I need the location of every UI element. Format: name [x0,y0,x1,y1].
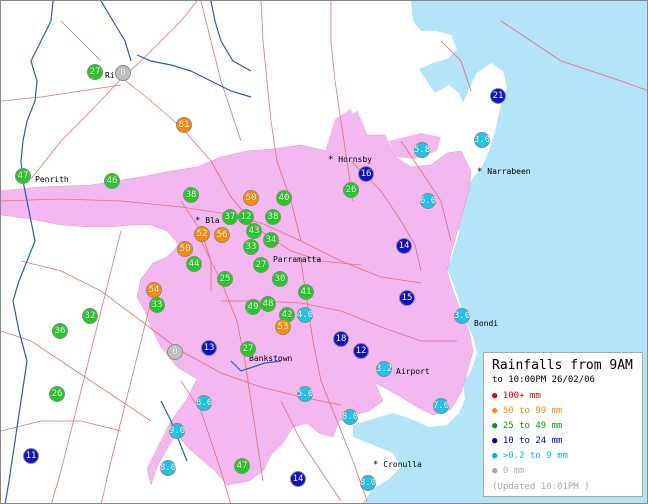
station-marker[interactable]: 6.0 [420,193,436,209]
station-marker[interactable]: 27 [253,257,269,273]
station-marker[interactable]: 11 [23,448,39,464]
legend-label: 10 to 24 mm [502,436,563,446]
station-marker[interactable]: 44 [186,256,202,272]
legend-row-25-49: ● 25 to 49 mm [492,419,636,434]
station-marker[interactable]: 48 [260,296,276,312]
place-marker-icon: * [195,216,201,226]
station-marker[interactable]: 40 [276,190,292,206]
station-marker[interactable]: 43 [246,223,262,239]
station-marker[interactable]: 5.8 [414,142,430,158]
station-marker[interactable]: 37 [222,209,238,225]
station-marker[interactable]: 53 [275,319,291,335]
legend-label: 25 to 49 mm [502,421,563,431]
station-marker[interactable]: 81 [176,117,192,133]
station-marker[interactable]: 32 [82,308,98,324]
station-marker[interactable]: 26 [343,182,359,198]
station-marker[interactable]: 26 [49,386,65,402]
place-bankstown: Bankstown [249,354,293,363]
station-marker[interactable]: 15 [399,290,415,306]
station-marker[interactable]: 5.0 [297,386,313,402]
station-marker[interactable]: 18 [333,331,349,347]
station-marker[interactable]: 9.0 [169,423,185,439]
legend-subtitle: to 10:00PM 26/02/06 [492,375,595,385]
legend-row-0: ● 0 mm [492,464,636,479]
legend-updated: (Updated 10:01PM ) [492,482,590,492]
legend-dot-icon: ● [492,466,498,476]
place-marker-icon: * [477,167,483,177]
legend-label: 0 mm [502,466,525,476]
station-marker[interactable]: 47 [234,458,250,474]
legend-title: Rainfalls from 9AM [492,358,633,373]
station-marker[interactable]: 33 [149,297,165,313]
legend-label: 50 to 99 mm [502,406,563,416]
station-marker[interactable]: 0 [167,344,183,360]
station-marker[interactable]: 52 [194,226,210,242]
station-marker[interactable]: 34 [263,232,279,248]
station-marker[interactable]: 8.0 [342,409,358,425]
rainfall-map: Ri nd Penrith * Bla * Hornsby * Narrabee… [0,0,648,504]
station-marker[interactable]: 14 [396,238,412,254]
place-marker-icon: * [373,460,379,470]
station-marker[interactable]: 27 [240,341,256,357]
station-marker[interactable]: 30 [272,271,288,287]
station-marker[interactable]: 54 [146,282,162,298]
station-marker[interactable]: 3.0 [474,132,490,148]
station-marker[interactable]: 8.0 [160,460,176,476]
station-marker[interactable]: 3.0 [454,308,470,324]
place-narrabeen: * Narrabeen [477,167,531,177]
station-marker[interactable]: 21 [490,88,506,104]
station-marker[interactable]: 38 [265,209,281,225]
legend-row-50-99: ● 50 to 99 mm [492,404,636,419]
legend-dot-icon: ● [492,391,498,401]
station-marker[interactable]: 4.0 [297,307,313,323]
station-marker[interactable]: 50 [243,190,259,206]
legend-label: >0.2 to 9 mm [502,451,568,461]
legend-row-10-24: ● 10 to 24 mm [492,434,636,449]
legend-row-100-plus: ● 100+ mm [492,389,636,404]
legend-dot-icon: ● [492,436,498,446]
place-parramatta: Parramatta [273,255,322,264]
station-marker[interactable]: 56 [214,227,230,243]
station-marker[interactable]: 12 [353,343,369,359]
station-marker[interactable]: 46 [104,173,120,189]
station-marker[interactable]: 3.2 [376,361,392,377]
place-marker-icon: * [328,155,334,165]
legend-label: 100+ mm [502,391,541,401]
place-cronulla: * Cronulla [373,460,422,470]
station-marker[interactable]: 36 [52,323,68,339]
station-marker[interactable]: 38 [183,187,199,203]
station-marker[interactable]: 13 [201,340,217,356]
legend-row-0-2-9: ● >0.2 to 9 mm [492,449,636,464]
station-marker[interactable]: 16 [358,166,374,182]
legend-dot-icon: ● [492,421,498,431]
place-hornsby: * Hornsby [328,155,372,165]
place-blacktown: * Bla [195,216,220,226]
station-marker[interactable]: 50 [177,241,193,257]
station-marker[interactable]: 8.0 [360,475,376,491]
station-marker[interactable]: 33 [243,239,259,255]
station-marker[interactable]: 41 [298,284,314,300]
rainfall-legend: Rainfalls from 9AM to 10:00PM 26/02/06 ●… [483,352,643,497]
station-marker[interactable]: 49 [245,299,261,315]
station-marker[interactable]: 8.6 [196,395,212,411]
station-marker[interactable]: 25 [217,271,233,287]
station-marker[interactable]: 0 [115,65,131,81]
station-marker[interactable]: 47 [15,168,31,184]
place-bondi: Bondi [474,319,499,328]
station-marker[interactable]: 7.0 [433,398,449,414]
legend-dot-icon: ● [492,406,498,416]
legend-dot-icon: ● [492,451,498,461]
station-marker[interactable]: 27 [87,64,103,80]
station-marker[interactable]: 14 [290,471,306,487]
place-penrith: Penrith [35,175,69,184]
place-airport: Airport [396,367,430,376]
